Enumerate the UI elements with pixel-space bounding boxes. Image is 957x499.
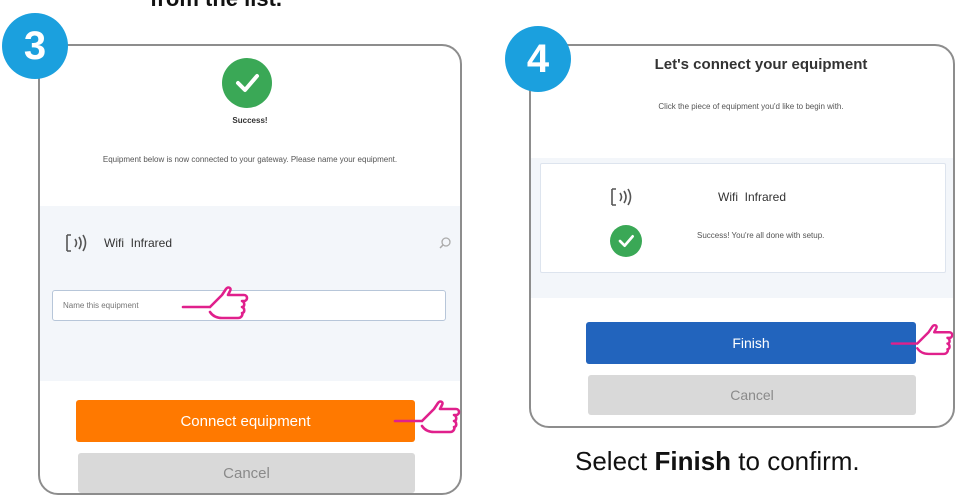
caption-bold: Finish bbox=[654, 446, 732, 476]
equipment-card[interactable]: Wifi Infrared Success! You're all done w… bbox=[540, 163, 946, 273]
step4-panel: Let's connect your equipment Click the p… bbox=[529, 44, 955, 428]
step-badge-3: 3 bbox=[2, 13, 68, 79]
success-status: Success! You're all done with setup. bbox=[697, 231, 825, 240]
success-title: Success! bbox=[232, 116, 268, 125]
connected-message: Equipment below is now connected to your… bbox=[102, 155, 398, 164]
equipment-section: Wifi Infrared bbox=[40, 206, 460, 381]
connect-equipment-button[interactable]: Connect equipment bbox=[76, 400, 415, 442]
finish-button[interactable]: Finish bbox=[586, 322, 916, 364]
success-check-icon bbox=[222, 58, 272, 108]
pointing-hand-icon bbox=[393, 400, 461, 434]
top-caption: from the list. bbox=[150, 0, 282, 12]
equipment-section: Wifi Infrared Success! You're all done w… bbox=[531, 158, 953, 298]
cancel-button[interactable]: Cancel bbox=[588, 375, 916, 415]
caption-suffix: to confirm. bbox=[731, 446, 860, 476]
wifi-infrared-icon bbox=[609, 186, 633, 213]
connect-subtitle: Click the piece of equipment you'd like … bbox=[658, 102, 844, 111]
success-check-icon bbox=[610, 225, 642, 257]
device-name: Wifi Infrared bbox=[104, 236, 173, 250]
device-name: Wifi Infrared bbox=[718, 190, 787, 204]
cancel-button[interactable]: Cancel bbox=[78, 453, 415, 493]
search-icon[interactable] bbox=[438, 236, 452, 255]
caption-prefix: Select bbox=[575, 446, 655, 476]
step-badge-4: 4 bbox=[505, 26, 571, 92]
pointing-hand-icon bbox=[181, 286, 249, 320]
pointing-hand-icon bbox=[890, 323, 954, 356]
instruction-caption: Select Finish to confirm. bbox=[575, 446, 860, 477]
connect-title: Let's connect your equipment bbox=[654, 56, 868, 73]
wifi-infrared-icon bbox=[64, 232, 88, 259]
